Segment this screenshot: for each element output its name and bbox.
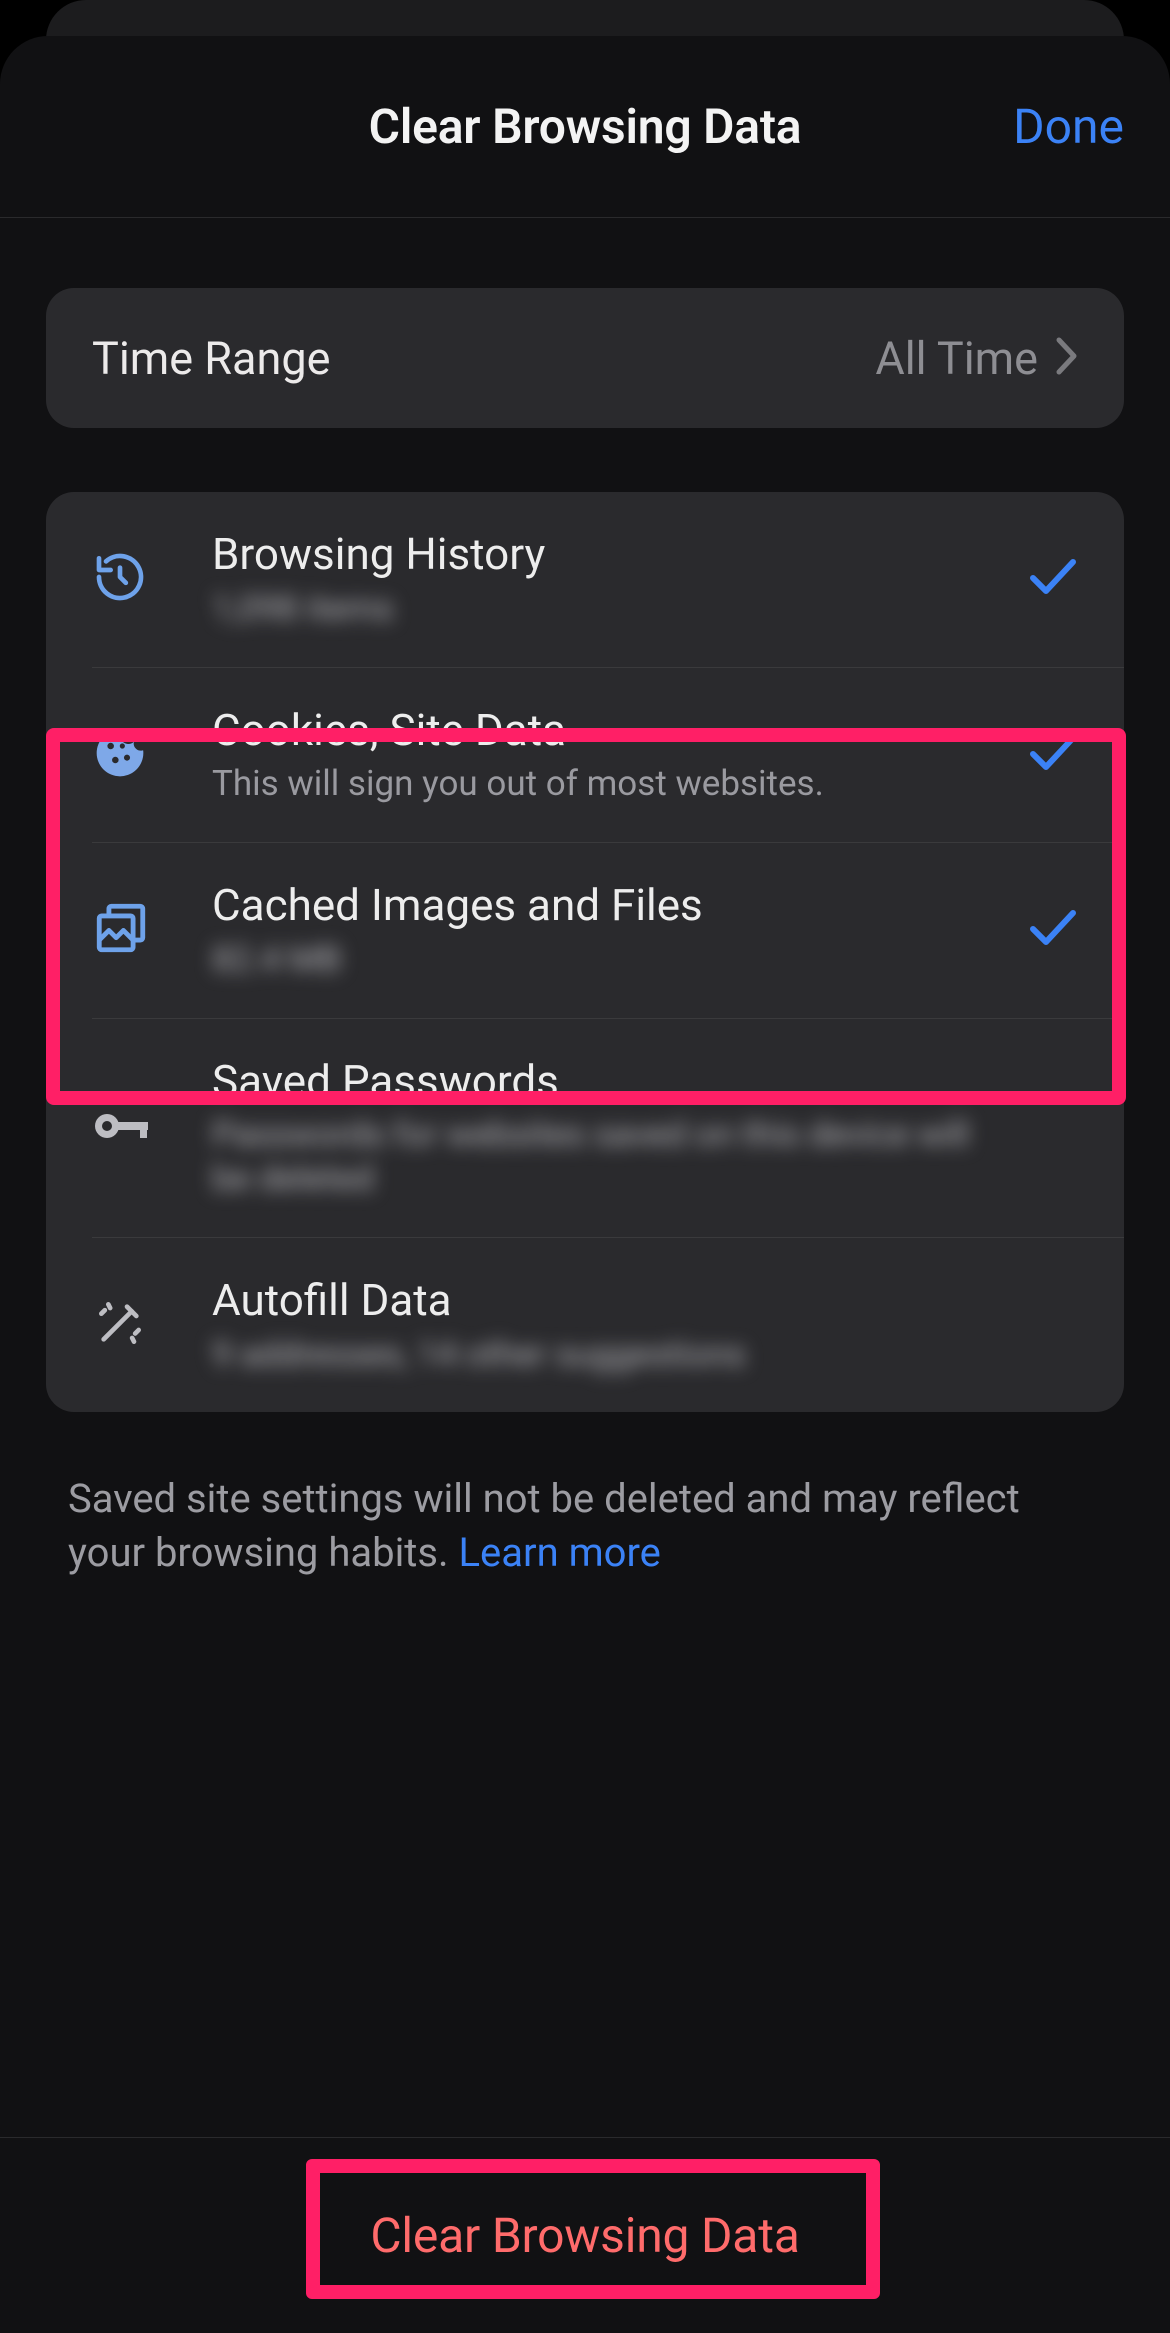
chevron-right-icon [1056, 337, 1078, 379]
row-autofill-data[interactable]: Autofill Data 9 addresses, 14 other sugg… [46, 1238, 1124, 1413]
clear-browsing-data-button[interactable]: Clear Browsing Data [370, 2207, 799, 2264]
time-range-group: Time Range All Time [46, 288, 1124, 428]
row-subtitle: 1,098 items [212, 587, 998, 631]
time-range-value: All Time [875, 332, 1038, 385]
cookie-icon [92, 725, 148, 785]
row-subtitle: This will sign you out of most websites. [212, 762, 998, 806]
row-title: Autofill Data [212, 1274, 998, 1327]
data-types-group: Browsing History 1,098 items [46, 492, 1124, 1412]
done-button[interactable]: Done [1013, 98, 1124, 155]
row-title: Saved Passwords [212, 1055, 998, 1108]
page-title: Clear Browsing Data [369, 98, 802, 155]
row-title: Cached Images and Files [212, 879, 998, 932]
key-icon [92, 1106, 152, 1150]
clear-browsing-data-sheet: Clear Browsing Data Done Time Range All … [0, 36, 1170, 2333]
row-saved-passwords[interactable]: Saved Passwords Passwords for websites s… [46, 1019, 1124, 1237]
sheet-header: Clear Browsing Data Done [0, 36, 1170, 218]
row-subtitle: Passwords for websites saved on this dev… [212, 1113, 998, 1201]
row-subtitle: 82.4 MB [212, 938, 998, 982]
row-cached-images-files[interactable]: Cached Images and Files 82.4 MB [46, 843, 1124, 1018]
row-title: Browsing History [212, 528, 998, 581]
images-icon [92, 899, 150, 961]
row-title: Cookies, Site Data [212, 704, 998, 757]
row-subtitle: 9 addresses, 14 other suggestions [212, 1333, 998, 1377]
row-cookies-site-data[interactable]: Cookies, Site Data This will sign you ou… [46, 668, 1124, 843]
checkmark-icon [1028, 732, 1078, 778]
row-browsing-history[interactable]: Browsing History 1,098 items [46, 492, 1124, 667]
checkmark-icon [1028, 907, 1078, 953]
time-range-label: Time Range [92, 332, 875, 385]
learn-more-link[interactable]: Learn more [459, 1529, 661, 1576]
checkmark-icon [1028, 556, 1078, 602]
history-icon [92, 549, 148, 609]
wand-icon [92, 1295, 148, 1355]
sheet-body: Time Range All Time Browsing Histor [0, 288, 1170, 1580]
footnote: Saved site settings will not be deleted … [68, 1472, 1106, 1580]
time-range-row[interactable]: Time Range All Time [46, 288, 1124, 428]
sheet-footer: Clear Browsing Data [0, 2137, 1170, 2333]
